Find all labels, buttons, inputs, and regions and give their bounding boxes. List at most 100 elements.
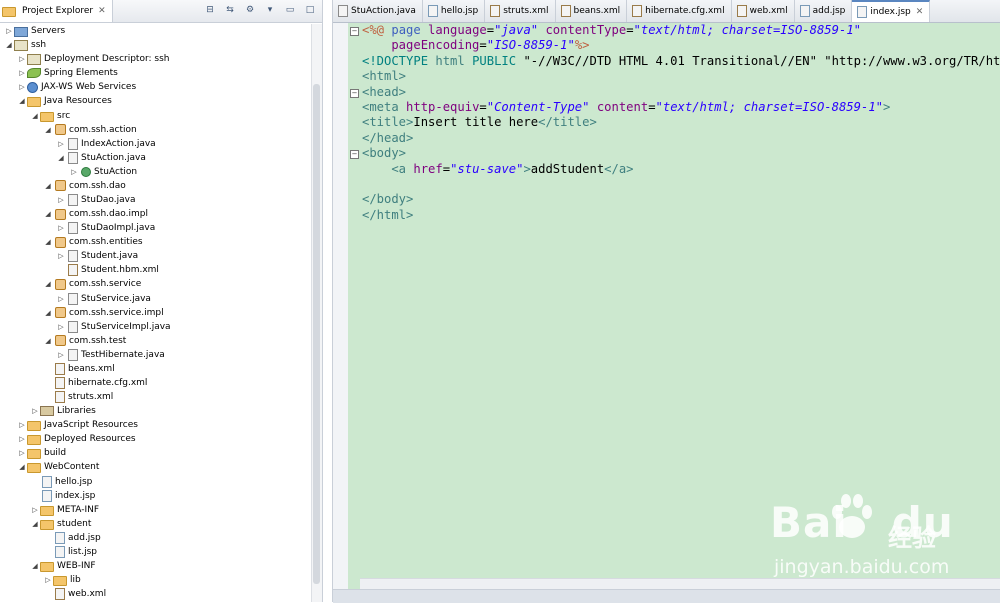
collapsed-arrow-icon[interactable]: ▷ xyxy=(4,24,14,38)
tree-item[interactable]: ▷ build xyxy=(0,446,310,460)
editor-tab[interactable]: beans.xml xyxy=(556,0,628,22)
code-line[interactable]: </head> xyxy=(360,131,1000,146)
code-line[interactable]: <!DOCTYPE html PUBLIC "-//W3C//DTD HTML … xyxy=(360,54,1000,69)
tree-item[interactable]: index.jsp xyxy=(0,489,310,503)
expanded-arrow-icon[interactable]: ◢ xyxy=(43,334,53,348)
editor-tab[interactable]: StuAction.java xyxy=(333,0,423,22)
explorer-view-tab[interactable]: Project Explorer ✕ xyxy=(0,0,113,22)
editor-tab[interactable]: add.jsp xyxy=(795,0,853,22)
fold-toggle-icon[interactable]: − xyxy=(350,150,359,160)
maximize-icon[interactable]: □ xyxy=(304,4,316,16)
tree-item[interactable]: ▷ StuAction xyxy=(0,165,310,179)
collapsed-arrow-icon[interactable]: ▷ xyxy=(69,165,79,179)
fold-toggle-icon[interactable]: − xyxy=(350,88,359,98)
tree-item[interactable]: ▷ StuServiceImpl.java xyxy=(0,320,310,334)
code-line[interactable]: pageEncoding="ISO-8859-1"%> xyxy=(360,38,1000,53)
tree-item[interactable]: list.jsp xyxy=(0,545,310,559)
code-line[interactable]: <title>Insert title here</title> xyxy=(360,115,1000,130)
tree-item[interactable]: ▷ TestHibernate.java xyxy=(0,348,310,362)
tree-item[interactable]: ▷ IndexAction.java xyxy=(0,137,310,151)
editor-tab[interactable]: web.xml xyxy=(732,0,795,22)
collapsed-arrow-icon[interactable]: ▷ xyxy=(56,221,66,235)
tree-item[interactable]: ◢ src xyxy=(0,108,310,122)
tree-item[interactable]: ◢ WebContent xyxy=(0,460,310,474)
code-line[interactable]: <a href="stu-save">addStudent</a> xyxy=(360,162,1000,177)
tree-item[interactable]: beans.xml xyxy=(0,362,310,376)
expanded-arrow-icon[interactable]: ◢ xyxy=(43,306,53,320)
expanded-arrow-icon[interactable]: ◢ xyxy=(43,235,53,249)
tree-item[interactable]: hibernate.cfg.xml xyxy=(0,376,310,390)
code-line[interactable]: </body> xyxy=(360,192,1000,207)
code-line[interactable]: <meta http-equiv="Content-Type" content=… xyxy=(360,100,1000,115)
editor-tab[interactable]: index.jsp ✕ xyxy=(852,0,931,22)
collapsed-arrow-icon[interactable]: ▷ xyxy=(17,418,27,432)
tree-item[interactable]: ◢ com.ssh.service xyxy=(0,277,310,291)
collapsed-arrow-icon[interactable]: ▷ xyxy=(56,348,66,362)
code-line[interactable]: </html> xyxy=(360,208,1000,223)
code-line[interactable]: <body> xyxy=(360,146,1000,161)
tree-item[interactable]: ▷ Servers xyxy=(0,24,310,38)
tree-item[interactable]: web.xml xyxy=(0,587,310,601)
expanded-arrow-icon[interactable]: ◢ xyxy=(43,277,53,291)
expanded-arrow-icon[interactable]: ◢ xyxy=(30,109,40,123)
tree-item[interactable]: ◢ WEB-INF xyxy=(0,559,310,573)
tree-item[interactable]: ▷ JAX-WS Web Services xyxy=(0,80,310,94)
expanded-arrow-icon[interactable]: ◢ xyxy=(43,207,53,221)
tree-item[interactable]: ◢ com.ssh.dao.impl xyxy=(0,207,310,221)
tree-item[interactable]: ▷ lib xyxy=(0,573,310,587)
tree-item[interactable]: ▷ META-INF xyxy=(0,503,310,517)
tree-item[interactable]: ▷ Student.java xyxy=(0,249,310,263)
collapsed-arrow-icon[interactable]: ▷ xyxy=(43,573,53,587)
close-icon[interactable]: ✕ xyxy=(916,7,924,17)
expanded-arrow-icon[interactable]: ◢ xyxy=(43,179,53,193)
editor-tab[interactable]: hello.jsp xyxy=(423,0,486,22)
tree-item[interactable]: ◢ com.ssh.action xyxy=(0,123,310,137)
expanded-arrow-icon[interactable]: ◢ xyxy=(56,151,66,165)
tree-item[interactable]: ◢ com.ssh.service.impl xyxy=(0,306,310,320)
tree-item[interactable]: ▷ Deployed Resources xyxy=(0,432,310,446)
tree-item[interactable]: hello.jsp xyxy=(0,475,310,489)
collapsed-arrow-icon[interactable]: ▷ xyxy=(30,404,40,418)
explorer-scrollbar[interactable] xyxy=(311,24,322,602)
tree-item[interactable]: ◢ StuAction.java xyxy=(0,151,310,165)
collapsed-arrow-icon[interactable]: ▷ xyxy=(56,193,66,207)
tree-item[interactable]: struts.xml xyxy=(0,390,310,404)
tree-item[interactable]: ▷ Spring Elements xyxy=(0,66,310,80)
collapsed-arrow-icon[interactable]: ▷ xyxy=(30,503,40,517)
collapsed-arrow-icon[interactable]: ▷ xyxy=(17,52,27,66)
tree-item[interactable]: ▷ Deployment Descriptor: ssh xyxy=(0,52,310,66)
tree-item[interactable]: ◢ com.ssh.test xyxy=(0,334,310,348)
close-icon[interactable]: ✕ xyxy=(98,6,106,16)
code-line[interactable]: <html> xyxy=(360,69,1000,84)
collapsed-arrow-icon[interactable]: ▷ xyxy=(17,446,27,460)
view-menu-icon[interactable]: ⚙ xyxy=(244,4,256,16)
tree-item[interactable]: ▷ Libraries xyxy=(0,404,310,418)
minimize-icon[interactable]: ▭ xyxy=(284,4,296,16)
tree-item[interactable]: add.jsp xyxy=(0,531,310,545)
collapsed-arrow-icon[interactable]: ▷ xyxy=(56,249,66,263)
tree-item[interactable]: ▷ StuService.java xyxy=(0,291,310,305)
collapse-all-icon[interactable]: ⊟ xyxy=(204,4,216,16)
code-line[interactable] xyxy=(360,177,1000,192)
editor-tab[interactable]: struts.xml xyxy=(485,0,556,22)
collapsed-arrow-icon[interactable]: ▷ xyxy=(17,66,27,80)
tree-item[interactable]: ▷ StuDao.java xyxy=(0,193,310,207)
tree-item[interactable]: ▷ StuDaoImpl.java xyxy=(0,221,310,235)
explorer-scroll-thumb[interactable] xyxy=(313,84,320,584)
expanded-arrow-icon[interactable]: ◢ xyxy=(30,559,40,573)
editor-tab[interactable]: hibernate.cfg.xml xyxy=(627,0,732,22)
tree-item[interactable]: ◢ Java Resources xyxy=(0,94,310,108)
link-with-editor-icon[interactable]: ⇆ xyxy=(224,4,236,16)
expanded-arrow-icon[interactable]: ◢ xyxy=(4,38,14,52)
chevron-down-icon[interactable]: ▾ xyxy=(264,4,276,16)
tree-item[interactable]: ▷ JavaScript Resources xyxy=(0,418,310,432)
expanded-arrow-icon[interactable]: ◢ xyxy=(30,517,40,531)
tree-item[interactable]: ◢ student xyxy=(0,517,310,531)
collapsed-arrow-icon[interactable]: ▷ xyxy=(56,292,66,306)
tree-item[interactable]: ◢ com.ssh.entities xyxy=(0,235,310,249)
tree-item[interactable]: ◢ ssh xyxy=(0,38,310,52)
fold-toggle-icon[interactable]: − xyxy=(350,27,359,36)
collapsed-arrow-icon[interactable]: ▷ xyxy=(17,80,27,94)
tree-item[interactable]: Student.hbm.xml xyxy=(0,263,310,277)
expanded-arrow-icon[interactable]: ◢ xyxy=(43,123,53,137)
